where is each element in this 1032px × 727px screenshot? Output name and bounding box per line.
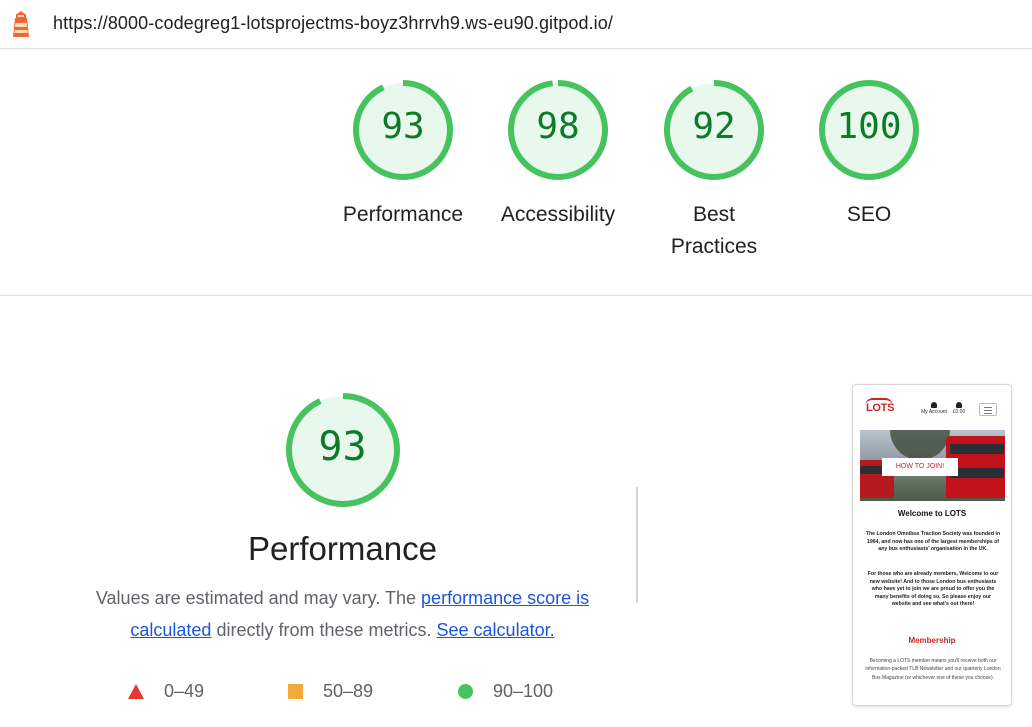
bag-link: £0.00 xyxy=(951,402,967,415)
welcome-heading: Welcome to LOTS xyxy=(897,509,967,518)
membership-heading: Membership xyxy=(908,636,956,645)
legend-range: 90–100 xyxy=(493,681,554,701)
performance-title: Performance xyxy=(248,530,437,567)
hero-image: HOW TO JOIN! xyxy=(860,430,1005,501)
section-divider xyxy=(0,295,1032,296)
gauge-label: Performance xyxy=(342,203,464,226)
membership-paragraph: Becoming a LOTS member means you'll rece… xyxy=(865,658,1001,681)
legend-range: 0–49 xyxy=(164,681,205,701)
page-screenshot-thumbnail[interactable]: LOTS My Account £0.00 HOW TO JOIN! Welco… xyxy=(852,384,1012,706)
gauge-performance[interactable]: 93 Performance xyxy=(328,78,478,231)
hero-trees xyxy=(890,430,950,460)
gauge-score: 93 xyxy=(381,106,425,147)
score-gauges: 93 Performance 98 Accessibility 92 Best … xyxy=(330,78,950,278)
lighthouse-icon xyxy=(13,11,29,37)
performance-section: 93 Performance Values are estimated and … xyxy=(60,390,625,646)
gauge-seo[interactable]: 100 SEO xyxy=(794,78,944,231)
legend-item-pass: 90–100 xyxy=(458,681,553,702)
url-text[interactable]: https://8000-codegreg1-lotsprojectms-boy… xyxy=(53,13,613,34)
intro-paragraph: The London Omnibus Traction Society was … xyxy=(865,531,1001,553)
performance-description: Values are estimated and may vary. The p… xyxy=(78,582,608,646)
gauge-score: 100 xyxy=(836,106,902,147)
legend-range: 50–89 xyxy=(323,681,374,701)
gauge-best-practices[interactable]: 92 Best Practices xyxy=(639,78,789,263)
site-logo: LOTS xyxy=(866,402,895,414)
score-legend: 0–49 50–89 90–100 xyxy=(125,681,595,705)
gauge-label: Best Practices xyxy=(670,203,758,258)
description-text: Values are estimated and may vary. The xyxy=(95,588,422,608)
user-icon xyxy=(931,402,937,408)
description-text: directly from these metrics. xyxy=(211,620,437,640)
gauge-label: SEO xyxy=(846,203,892,226)
performance-score: 93 xyxy=(318,424,367,470)
triangle-icon xyxy=(128,684,144,699)
gauge-label: Accessibility xyxy=(500,203,616,226)
gauge-accessibility[interactable]: 98 Accessibility xyxy=(483,78,633,231)
account-link: My Account xyxy=(919,402,949,415)
circle-icon xyxy=(458,684,473,699)
account-label: My Account xyxy=(921,409,947,415)
legend-item-fail: 0–49 xyxy=(128,681,204,702)
address-bar: https://8000-codegreg1-lotsprojectms-boy… xyxy=(0,0,1032,49)
performance-gauge: 93 xyxy=(283,390,403,510)
legend-item-average: 50–89 xyxy=(288,681,373,702)
hero-join-button: HOW TO JOIN! xyxy=(882,458,958,476)
gauge-score: 92 xyxy=(692,106,736,147)
vertical-divider xyxy=(636,487,638,603)
square-icon xyxy=(288,684,303,699)
shopping-bag-icon xyxy=(956,402,962,408)
gauge-score: 98 xyxy=(536,106,580,147)
see-calculator-link[interactable]: See calculator. xyxy=(437,620,555,640)
welcome-paragraph: For those who are already members, Welco… xyxy=(867,571,999,608)
bag-total: £0.00 xyxy=(952,409,966,415)
hamburger-menu-icon xyxy=(979,403,997,416)
